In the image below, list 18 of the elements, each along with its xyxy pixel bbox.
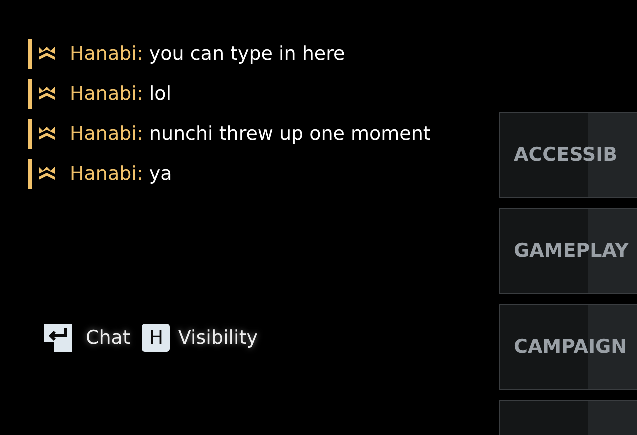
hint-label: Visibility xyxy=(178,327,258,349)
crown-icon xyxy=(38,126,56,142)
chat-message: Hanabi: ya xyxy=(70,163,172,185)
chat-message: Hanabi: lol xyxy=(70,83,172,105)
menu-button[interactable]: ACCESSIB xyxy=(499,112,637,198)
chat-message: Hanabi: nunchi threw up one moment xyxy=(70,123,431,145)
menu-button[interactable]: GAMEPLAY xyxy=(499,208,637,294)
hint-label: Chat xyxy=(86,327,130,349)
rank-bar xyxy=(28,39,32,69)
crown-icon xyxy=(38,46,56,62)
rank-bar xyxy=(28,159,32,189)
menu-button[interactable]: CAMPAIGN xyxy=(499,304,637,390)
rank-bar xyxy=(28,79,32,109)
crown-icon xyxy=(38,86,56,102)
chat-message: Hanabi: you can type in here xyxy=(70,43,346,65)
rank-bar xyxy=(28,119,32,149)
key-cap: H xyxy=(142,324,170,352)
crown-icon xyxy=(38,166,56,182)
